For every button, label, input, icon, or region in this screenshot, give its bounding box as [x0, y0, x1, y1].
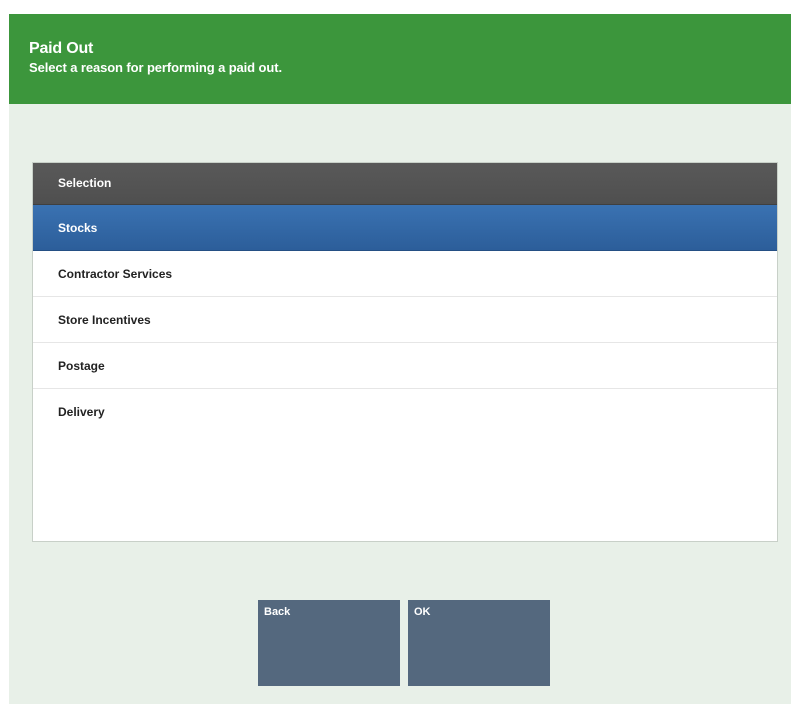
ok-button[interactable]: OK: [408, 600, 550, 686]
paid-out-screen: Paid Out Select a reason for performing …: [9, 14, 791, 704]
page-title: Paid Out: [29, 40, 94, 57]
list-column-header: Selection: [33, 163, 777, 205]
list-item-contractor-services[interactable]: Contractor Services: [33, 251, 777, 297]
back-button[interactable]: Back: [258, 600, 400, 686]
selection-list: Selection Stocks Contractor Services Sto…: [32, 162, 778, 542]
list-item-delivery[interactable]: Delivery: [33, 389, 777, 435]
list-item-stocks[interactable]: Stocks: [33, 205, 777, 251]
header-bar: Paid Out Select a reason for performing …: [9, 14, 791, 104]
list-item-store-incentives[interactable]: Store Incentives: [33, 297, 777, 343]
page-subtitle: Select a reason for performing a paid ou…: [29, 60, 282, 75]
list-item-postage[interactable]: Postage: [33, 343, 777, 389]
